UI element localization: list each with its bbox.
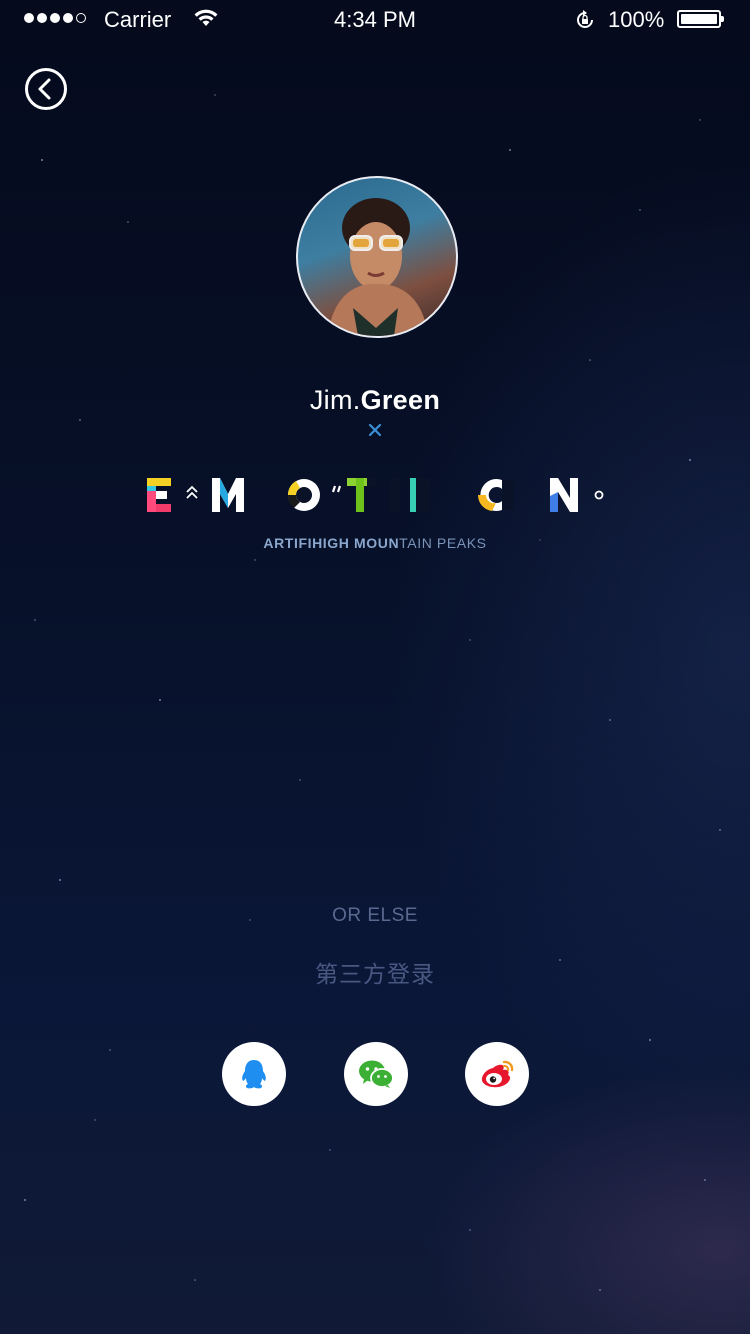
qq-penguin-icon — [242, 1060, 266, 1089]
battery-percentage: 100% — [608, 7, 665, 32]
back-button[interactable] — [24, 67, 68, 111]
or-else-label: OR ELSE — [332, 905, 418, 926]
avatar[interactable] — [296, 176, 458, 338]
logo-letter-c — [477, 479, 514, 511]
emoticon-logo — [147, 478, 604, 512]
username-first: Jim. — [309, 385, 361, 415]
logo-letter-n — [550, 478, 578, 512]
close-mark-icon — [368, 423, 382, 437]
logo-letter-t — [347, 478, 377, 512]
logo-letter-i — [390, 478, 430, 512]
username-last: Green — [360, 385, 441, 415]
logo-caption-bold: ARTIFIHIGH MOUN — [263, 535, 400, 551]
logo-letter-e — [147, 478, 171, 512]
battery-icon — [677, 10, 724, 28]
back-arrow-icon — [25, 68, 67, 110]
username: Jim.Green — [0, 385, 750, 416]
wechat-icon — [359, 1060, 394, 1088]
logo-caption: ARTIFIHIGH MOUNTAIN PEAKS — [0, 535, 750, 551]
status-bar: Carrier 4:34 PM 100% — [0, 0, 750, 40]
logo-letter-o — [287, 479, 320, 511]
avatar-photo — [328, 198, 428, 336]
third-party-login-label: 第三方登录 — [315, 961, 435, 987]
qq-login-button[interactable] — [222, 1042, 286, 1106]
logo-letter-m — [212, 478, 244, 512]
wechat-login-button[interactable] — [344, 1042, 408, 1106]
logo-caption-rest: TAIN PEAKS — [399, 535, 487, 551]
rotation-lock-icon — [577, 10, 593, 28]
social-login-row — [0, 1042, 750, 1106]
weibo-icon — [481, 1060, 514, 1088]
weibo-login-button[interactable] — [465, 1042, 529, 1106]
